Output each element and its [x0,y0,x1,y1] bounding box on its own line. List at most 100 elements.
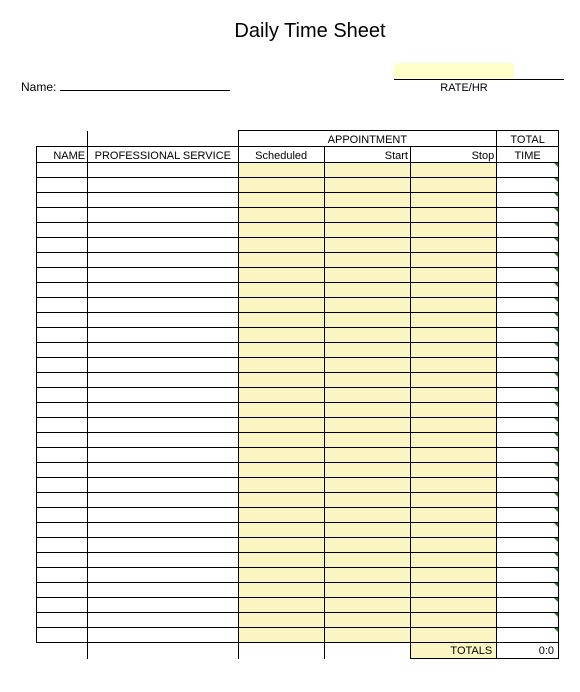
cell-scheduled[interactable] [238,523,324,538]
cell-service[interactable] [88,568,238,583]
cell-stop[interactable] [410,463,496,478]
cell-service[interactable] [88,313,238,328]
cell-service[interactable] [88,583,238,598]
cell-name[interactable] [37,283,88,298]
cell-stop[interactable] [410,268,496,283]
cell-scheduled[interactable] [238,493,324,508]
cell-start[interactable] [324,463,410,478]
cell-start[interactable] [324,163,410,178]
cell-scheduled[interactable] [238,568,324,583]
cell-service[interactable] [88,388,238,403]
cell-stop[interactable] [410,493,496,508]
cell-start[interactable] [324,523,410,538]
cell-stop[interactable] [410,628,496,643]
cell-name[interactable] [37,193,88,208]
rate-input-highlight[interactable] [394,63,514,79]
cell-stop[interactable] [410,343,496,358]
cell-stop[interactable] [410,298,496,313]
cell-stop[interactable] [410,568,496,583]
cell-scheduled[interactable] [238,328,324,343]
cell-name[interactable] [37,343,88,358]
cell-name[interactable] [37,433,88,448]
cell-service[interactable] [88,403,238,418]
cell-name[interactable] [37,298,88,313]
cell-start[interactable] [324,538,410,553]
cell-scheduled[interactable] [238,238,324,253]
cell-start[interactable] [324,298,410,313]
cell-service[interactable] [88,553,238,568]
cell-stop[interactable] [410,613,496,628]
cell-start[interactable] [324,343,410,358]
cell-stop[interactable] [410,373,496,388]
cell-name[interactable] [37,628,88,643]
cell-service[interactable] [88,418,238,433]
cell-service[interactable] [88,508,238,523]
cell-start[interactable] [324,253,410,268]
cell-start[interactable] [324,493,410,508]
cell-service[interactable] [88,628,238,643]
cell-start[interactable] [324,418,410,433]
cell-name[interactable] [37,223,88,238]
cell-stop[interactable] [410,283,496,298]
cell-name[interactable] [37,253,88,268]
cell-stop[interactable] [410,238,496,253]
cell-service[interactable] [88,358,238,373]
cell-stop[interactable] [410,163,496,178]
cell-stop[interactable] [410,313,496,328]
cell-start[interactable] [324,208,410,223]
cell-service[interactable] [88,328,238,343]
cell-start[interactable] [324,403,410,418]
cell-service[interactable] [88,523,238,538]
cell-service[interactable] [88,163,238,178]
cell-stop[interactable] [410,598,496,613]
cell-name[interactable] [37,163,88,178]
cell-scheduled[interactable] [238,463,324,478]
cell-start[interactable] [324,358,410,373]
cell-scheduled[interactable] [238,343,324,358]
cell-start[interactable] [324,478,410,493]
cell-service[interactable] [88,463,238,478]
cell-name[interactable] [37,208,88,223]
cell-start[interactable] [324,178,410,193]
cell-stop[interactable] [410,193,496,208]
cell-name[interactable] [37,403,88,418]
cell-scheduled[interactable] [238,208,324,223]
cell-name[interactable] [37,493,88,508]
cell-scheduled[interactable] [238,283,324,298]
cell-stop[interactable] [410,178,496,193]
cell-scheduled[interactable] [238,388,324,403]
cell-start[interactable] [324,193,410,208]
cell-name[interactable] [37,613,88,628]
cell-scheduled[interactable] [238,508,324,523]
cell-service[interactable] [88,478,238,493]
cell-stop[interactable] [410,358,496,373]
cell-name[interactable] [37,358,88,373]
cell-scheduled[interactable] [238,358,324,373]
cell-start[interactable] [324,373,410,388]
cell-stop[interactable] [410,253,496,268]
cell-name[interactable] [37,508,88,523]
cell-start[interactable] [324,508,410,523]
cell-service[interactable] [88,613,238,628]
cell-stop[interactable] [410,433,496,448]
name-input-line[interactable] [60,77,230,91]
cell-stop[interactable] [410,418,496,433]
cell-start[interactable] [324,238,410,253]
cell-service[interactable] [88,193,238,208]
cell-name[interactable] [37,523,88,538]
cell-start[interactable] [324,568,410,583]
cell-service[interactable] [88,178,238,193]
cell-stop[interactable] [410,388,496,403]
cell-start[interactable] [324,613,410,628]
cell-stop[interactable] [410,448,496,463]
cell-service[interactable] [88,208,238,223]
cell-scheduled[interactable] [238,538,324,553]
cell-start[interactable] [324,448,410,463]
cell-service[interactable] [88,598,238,613]
cell-scheduled[interactable] [238,628,324,643]
cell-start[interactable] [324,223,410,238]
cell-scheduled[interactable] [238,478,324,493]
cell-stop[interactable] [410,403,496,418]
cell-scheduled[interactable] [238,613,324,628]
cell-scheduled[interactable] [238,433,324,448]
